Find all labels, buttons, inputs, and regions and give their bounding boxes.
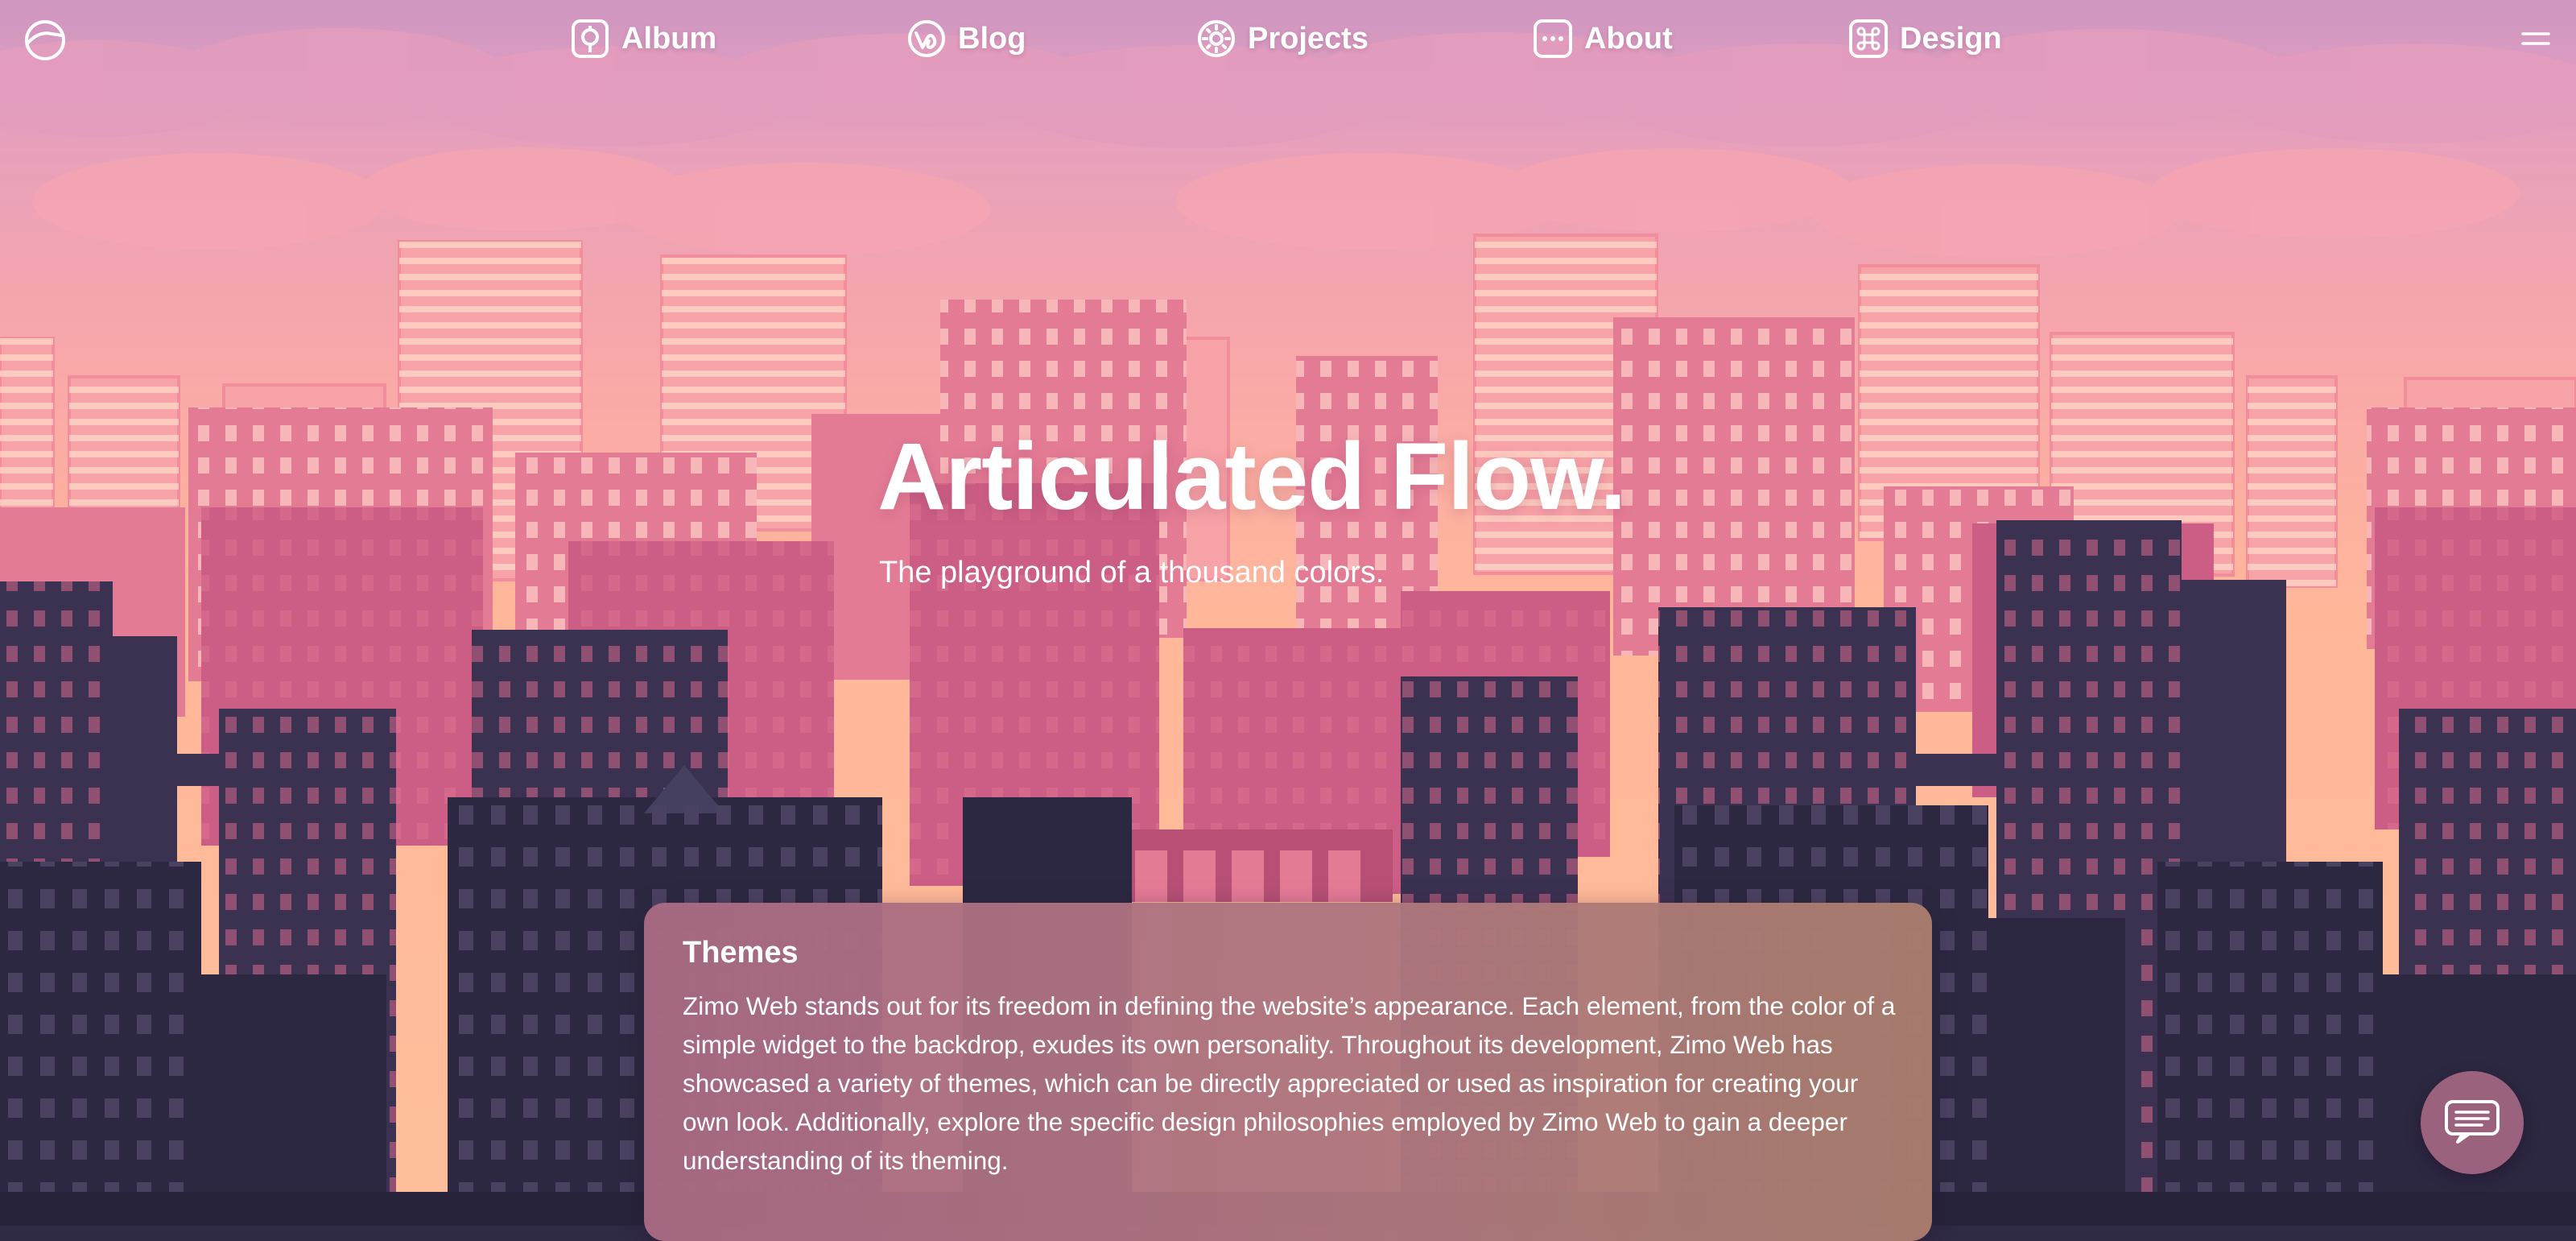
nav-item-album-label: Album [621,21,717,56]
nav-item-about-label: About [1584,21,1673,56]
chat-icon [2443,1098,2501,1148]
nav-item-album[interactable]: Album [570,14,716,63]
hero-title: Articulated Flow. [877,424,1626,530]
blog-icon [906,19,947,59]
nav-item-blog-label: Blog [958,21,1026,56]
nav-item-blog[interactable]: Blog [906,14,1026,63]
album-icon [570,19,610,59]
command-icon [1848,19,1889,59]
nav-item-projects-label: Projects [1248,21,1368,56]
more-dots-icon [1533,19,1573,59]
chat-button[interactable] [2421,1071,2524,1174]
hamburger-icon[interactable] [2518,24,2553,53]
themes-card: Themes Zimo Web stands out for its freed… [644,903,1932,1241]
themes-card-title: Themes [683,936,799,970]
nav-item-about[interactable]: About [1533,14,1673,63]
nav-item-design-label: Design [1900,21,2002,56]
site-logo-icon[interactable] [23,18,68,63]
nav-item-design[interactable]: Design [1848,14,2002,63]
nav-item-projects[interactable]: Projects [1196,14,1368,63]
sun-icon [1196,19,1236,59]
hero-subtitle: The playground of a thousand colors. [879,556,1385,589]
top-navigation: Album Blog Projects About Design [0,0,2576,77]
themes-card-body: Zimo Web stands out for its freedom in d… [683,991,1896,1175]
